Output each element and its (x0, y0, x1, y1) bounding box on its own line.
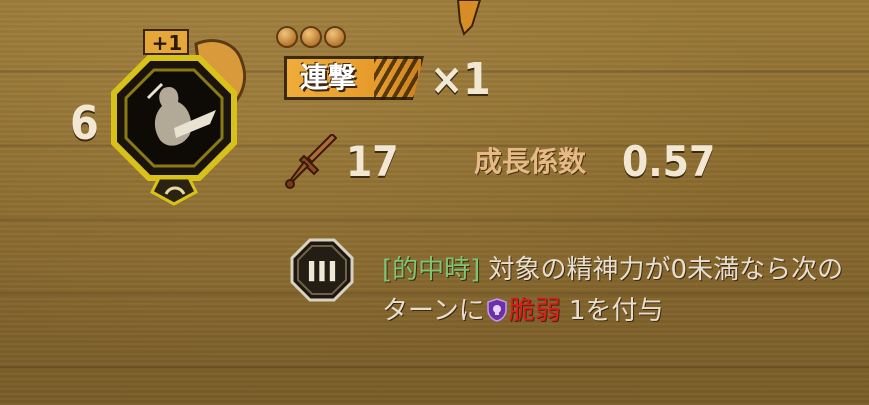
skill-level: 6 (70, 96, 99, 150)
plus-badge: +1 (151, 31, 183, 55)
skill-name: 連撃 (300, 61, 357, 94)
shield-skull-icon (486, 298, 507, 322)
growth-coefficient-label: 成長係数 (474, 145, 587, 178)
status-vulnerable: 脆弱 (508, 296, 561, 326)
skill-description: [的中時] 対象の精神力が0未満なら次のターンに 脆弱 1を付与 (382, 250, 852, 332)
upgrade-coins (276, 26, 346, 48)
weapon-tip-decoration (456, 0, 482, 36)
skill-multiplier: ×1 (430, 54, 491, 105)
rank-numeral: III (306, 255, 337, 288)
coin-icon (300, 26, 322, 48)
coin-icon (276, 26, 298, 48)
skill-power: 17 (346, 137, 399, 186)
banner-stripes (374, 56, 418, 100)
trigger-condition: [的中時] (382, 255, 481, 285)
growth-coefficient-value: 0.57 (622, 137, 716, 186)
skill-name-banner: 連撃 (284, 56, 424, 100)
effect-text-end: 1を付与 (560, 296, 664, 326)
coin-icon (324, 26, 346, 48)
rank-octagon-icon: III (290, 238, 354, 302)
rank-badge: III (290, 238, 354, 302)
sword-icon (285, 134, 338, 189)
